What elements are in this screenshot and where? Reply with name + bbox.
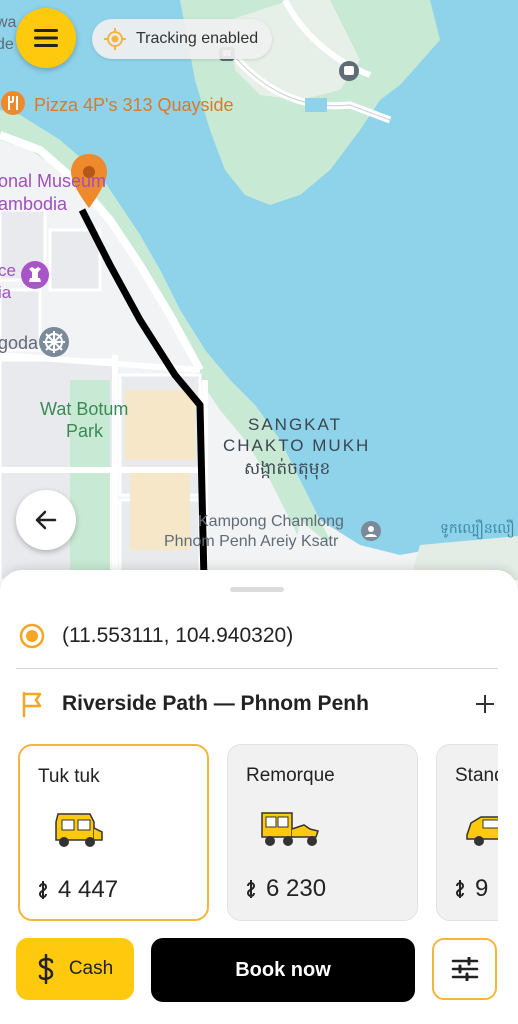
map-label-park-2: Park xyxy=(66,421,104,441)
payment-method-button[interactable]: Cash xyxy=(16,938,134,1000)
vehicle-card-tuk-tuk[interactable]: Tuk tuk 4 447 xyxy=(18,744,209,921)
map-label-district-2: CHAKTO MUKH xyxy=(223,436,371,455)
map-label-district: SANGKAT xyxy=(248,415,342,434)
destination-name: Riverside Path — Phnom Penh xyxy=(62,692,369,715)
plus-icon xyxy=(476,695,494,713)
vehicle-price: 9 xyxy=(455,875,488,903)
vehicle-price-value: 4 447 xyxy=(58,876,119,903)
location-target-icon xyxy=(104,28,126,50)
origin-dot-icon xyxy=(19,623,45,649)
vehicle-price: 4 447 xyxy=(38,876,118,904)
map-label-partial-2: de xyxy=(0,36,14,53)
book-now-button[interactable]: Book now xyxy=(151,938,415,1002)
vehicle-name: Standard xyxy=(455,765,498,786)
car-icon xyxy=(466,816,498,846)
map-view[interactable]: wa de Pizza 4P's 313 Quayside onal Museu… xyxy=(0,0,518,580)
destination-row[interactable]: Riverside Path — Phnom Penh xyxy=(18,686,500,722)
riel-icon xyxy=(246,880,256,898)
menu-button[interactable] xyxy=(16,8,76,68)
vehicle-price-value: 6 230 xyxy=(266,875,327,902)
vehicle-name: Remorque xyxy=(246,765,335,786)
vehicle-card-remorque[interactable]: Remorque 6 230 xyxy=(227,744,418,921)
tuk-tuk-icon xyxy=(55,813,103,847)
vehicle-price: 6 230 xyxy=(246,875,326,903)
action-bar: Cash Book now xyxy=(0,938,518,1006)
vehicle-options: Tuk tuk 4 447 Remorque 6 230 Stan 9 xyxy=(18,744,498,922)
add-stop-button[interactable] xyxy=(470,689,500,719)
map-label-pizza[interactable]: Pizza 4P's 313 Quayside xyxy=(34,95,234,116)
map-label-place[interactable]: Kampong Chamlong xyxy=(198,513,344,531)
restaurant-icon xyxy=(1,91,25,115)
place-icon xyxy=(361,521,381,541)
map-label-district-khmer: សង្កាត់ចតុមុខ xyxy=(244,459,331,478)
arrow-left-icon xyxy=(35,510,57,530)
map-label-khmer-right: ទូកល្បឿនលឿ xyxy=(440,520,515,536)
dollar-icon xyxy=(38,954,54,984)
payment-method-label: Cash xyxy=(68,958,114,979)
hamburger-menu-icon xyxy=(34,29,58,47)
map-label-museum[interactable]: onal Museum xyxy=(0,171,106,192)
vehicle-card-standard[interactable]: Standard 9 xyxy=(436,744,498,921)
pagoda-icon xyxy=(39,327,69,357)
flag-icon xyxy=(22,691,42,718)
bus-stop-icon xyxy=(339,61,359,81)
sheet-drag-handle[interactable] xyxy=(230,587,284,592)
map-label-museum-2: ambodia xyxy=(0,194,68,214)
map-label-park: Wat Botum xyxy=(40,399,129,419)
remorque-icon xyxy=(261,812,319,846)
map-label-partial-ce: ce xyxy=(0,261,16,280)
map-label-partial-ia: ia xyxy=(0,283,12,302)
origin-row[interactable]: (11.553111, 104.940320) xyxy=(18,618,500,654)
vehicle-price-value: 9 xyxy=(475,875,489,902)
tracking-status-pill[interactable]: Tracking enabled xyxy=(92,19,273,59)
ride-options-button[interactable] xyxy=(432,938,497,1000)
tracking-label: Tracking enabled xyxy=(136,30,259,47)
sliders-icon xyxy=(451,957,478,981)
map-label-pagoda[interactable]: goda xyxy=(0,333,38,354)
vehicle-name: Tuk tuk xyxy=(38,766,100,787)
divider xyxy=(16,668,498,669)
museum-icon xyxy=(21,261,49,289)
map-label-place-2: Phnom Penh Areiy Ksatr xyxy=(164,533,339,550)
riel-icon xyxy=(38,881,48,899)
map-background xyxy=(0,0,518,580)
origin-coordinates: (11.553111, 104.940320) xyxy=(62,624,294,647)
back-button[interactable] xyxy=(16,490,76,550)
map-label-partial: wa xyxy=(0,14,17,31)
booking-sheet: (11.553111, 104.940320) Riverside Path —… xyxy=(0,570,518,1024)
riel-icon xyxy=(455,880,465,898)
